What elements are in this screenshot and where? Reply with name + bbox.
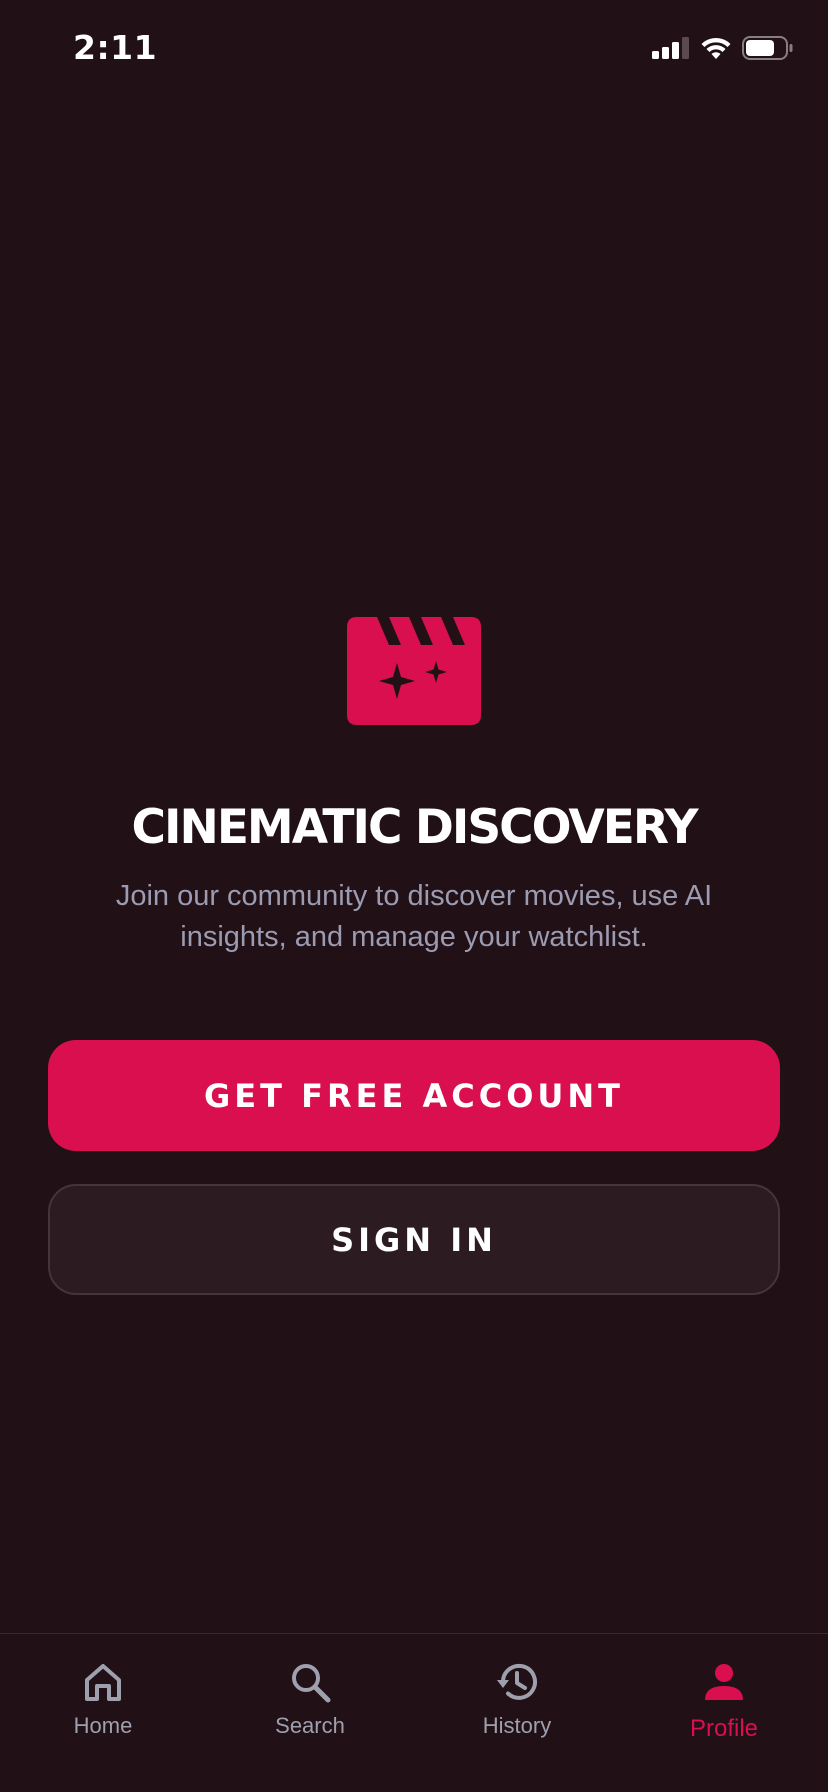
nav-label-profile: Profile [689, 1715, 759, 1742]
nav-item-home[interactable]: Home [33, 1660, 173, 1739]
nav-item-search[interactable]: Search [240, 1660, 380, 1739]
get-free-account-button[interactable]: GET FREE ACCOUNT [48, 1040, 780, 1151]
status-icons [652, 36, 794, 65]
sign-in-button[interactable]: SIGN IN [48, 1184, 780, 1295]
status-time: 2:11 [73, 28, 158, 67]
get-free-account-label: GET FREE ACCOUNT [204, 1076, 624, 1115]
wifi-icon [700, 36, 732, 65]
clapperboard-sparkle-icon [347, 617, 481, 725]
welcome-screen: 2:11 CINEMATIC DISCOVERY Join our commun… [0, 0, 828, 1792]
hero-title: CINEMATIC DISCOVERY [131, 800, 699, 855]
nav-label-history: History [482, 1713, 552, 1738]
bottom-nav: Home Search History Profile [0, 1633, 828, 1792]
battery-icon [742, 36, 794, 65]
nav-item-history[interactable]: History [447, 1660, 587, 1739]
profile-icon [702, 1660, 746, 1709]
nav-item-profile[interactable]: Profile [654, 1660, 794, 1743]
status-bar: 2:11 [0, 0, 828, 100]
sign-in-label: SIGN IN [331, 1220, 497, 1259]
cellular-signal-icon [652, 37, 690, 64]
nav-label-search: Search [275, 1713, 345, 1738]
history-icon [495, 1660, 539, 1709]
home-icon [81, 1660, 125, 1709]
nav-label-home: Home [73, 1713, 133, 1738]
hero-subtitle: Join our community to discover movies, u… [115, 880, 713, 953]
search-icon [288, 1660, 332, 1709]
